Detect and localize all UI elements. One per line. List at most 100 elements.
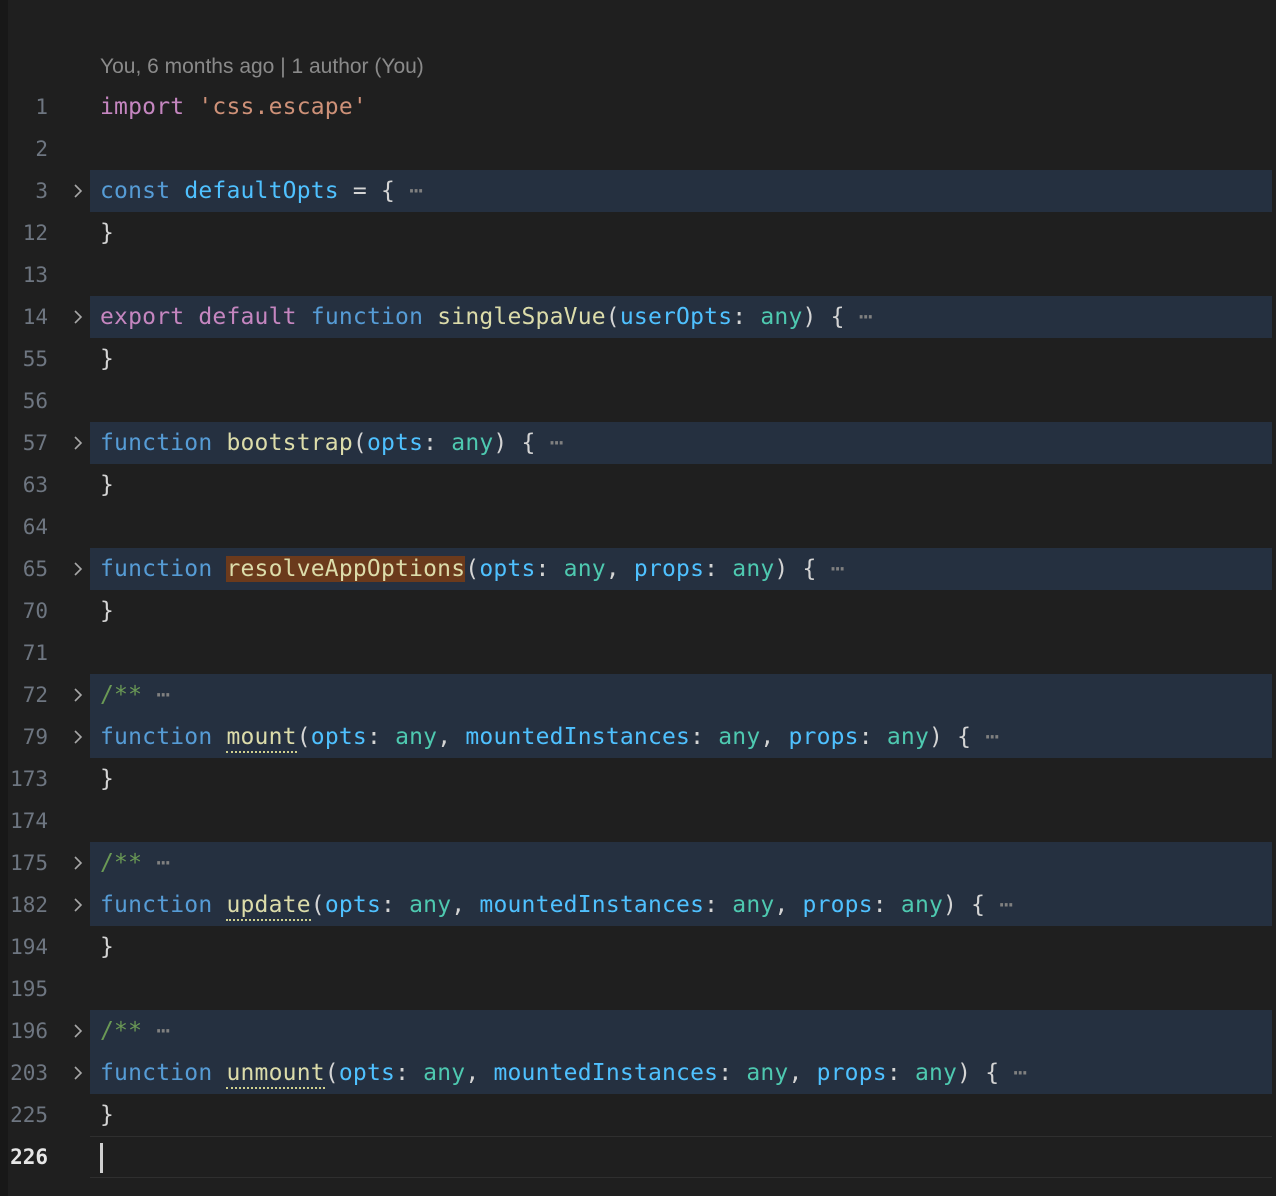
code-line-row[interactable]: 1 import 'css.escape': [0, 86, 1276, 128]
line-number[interactable]: 56: [0, 380, 48, 422]
code-text[interactable]: const defaultOpts = { ⋯: [100, 170, 423, 212]
code-line-row[interactable]: 12}: [0, 212, 1276, 254]
code-token: ) {: [802, 304, 859, 330]
code-text[interactable]: }: [100, 758, 114, 800]
code-text[interactable]: function bootstrap(opts: any) { ⋯: [100, 422, 564, 464]
code-text[interactable]: }: [100, 590, 114, 632]
code-line-row[interactable]: 13: [0, 254, 1276, 296]
chevron-right-icon[interactable]: [66, 1052, 90, 1094]
code-text[interactable]: function resolveAppOptions(opts: any, pr…: [100, 548, 845, 590]
chevron-right-icon[interactable]: [66, 548, 90, 590]
line-number[interactable]: 64: [0, 506, 48, 548]
line-number[interactable]: 225: [0, 1094, 48, 1136]
folded-region-highlight: [90, 842, 1272, 884]
line-number[interactable]: 71: [0, 632, 48, 674]
code-line-row[interactable]: 203 function unmount(opts: any, mountedIn…: [0, 1052, 1276, 1094]
line-background: [90, 1094, 1272, 1136]
line-number[interactable]: 65: [0, 548, 48, 590]
code-line-row[interactable]: 64: [0, 506, 1276, 548]
code-text[interactable]: /** ⋯: [100, 842, 170, 884]
code-line-row[interactable]: 195: [0, 968, 1276, 1010]
line-number[interactable]: 2: [0, 128, 48, 170]
chevron-right-icon[interactable]: [66, 170, 90, 212]
code-line-row[interactable]: 70}: [0, 590, 1276, 632]
line-number[interactable]: 174: [0, 800, 48, 842]
chevron-right-icon[interactable]: [66, 884, 90, 926]
line-number[interactable]: 194: [0, 926, 48, 968]
line-background: [90, 464, 1272, 506]
code-token: :: [872, 892, 901, 918]
code-line-row[interactable]: 194}: [0, 926, 1276, 968]
code-token: any: [451, 430, 494, 456]
code-line-row[interactable]: 225}: [0, 1094, 1276, 1136]
line-background: [90, 506, 1272, 548]
line-number[interactable]: 3: [0, 170, 48, 212]
line-number[interactable]: 57: [0, 422, 48, 464]
code-text[interactable]: function unmount(opts: any, mountedInsta…: [100, 1052, 1027, 1094]
code-text[interactable]: function mount(opts: any, mountedInstanc…: [100, 716, 999, 758]
line-background: [90, 926, 1272, 968]
code-line-row[interactable]: 182 function update(opts: any, mountedIns…: [0, 884, 1276, 926]
code-line-row[interactable]: 175 /** ⋯: [0, 842, 1276, 884]
line-number[interactable]: 12: [0, 212, 48, 254]
line-number[interactable]: 70: [0, 590, 48, 632]
code-line-row[interactable]: 72 /** ⋯: [0, 674, 1276, 716]
code-text[interactable]: }: [100, 464, 114, 506]
line-background: [90, 632, 1272, 674]
code-line-row[interactable]: 2: [0, 128, 1276, 170]
code-text[interactable]: export default function singleSpaVue(use…: [100, 296, 873, 338]
code-text[interactable]: /** ⋯: [100, 674, 170, 716]
code-text[interactable]: }: [100, 1094, 114, 1136]
chevron-right-icon[interactable]: [66, 1010, 90, 1052]
code-token: mountedInstances: [479, 892, 705, 918]
line-number[interactable]: 203: [0, 1052, 48, 1094]
code-token: }: [100, 766, 115, 792]
line-number[interactable]: 1: [0, 86, 48, 128]
code-line-row[interactable]: 57 function bootstrap(opts: any) { ⋯: [0, 422, 1276, 464]
chevron-right-icon[interactable]: [66, 716, 90, 758]
code-token: (: [296, 724, 311, 750]
line-number[interactable]: 55: [0, 338, 48, 380]
code-text[interactable]: /** ⋯: [100, 1010, 170, 1052]
line-number[interactable]: 226: [0, 1136, 48, 1178]
code-text[interactable]: import 'css.escape': [100, 86, 367, 128]
code-line-row[interactable]: 71: [0, 632, 1276, 674]
code-line-row[interactable]: 79 function mount(opts: any, mountedInsta…: [0, 716, 1276, 758]
code-token: /**: [100, 1018, 143, 1044]
line-number[interactable]: 72: [0, 674, 48, 716]
line-number[interactable]: 175: [0, 842, 48, 884]
code-line-row[interactable]: 14 export default function singleSpaVue(u…: [0, 296, 1276, 338]
line-number[interactable]: 182: [0, 884, 48, 926]
code-line-row[interactable]: 65 function resolveAppOptions(opts: any, …: [0, 548, 1276, 590]
code-token: bootstrap: [226, 430, 353, 456]
code-line-row[interactable]: 63}: [0, 464, 1276, 506]
code-text[interactable]: }: [100, 212, 114, 254]
code-line-row[interactable]: 226: [0, 1136, 1276, 1178]
folded-region-highlight: [90, 1010, 1272, 1052]
code-line-row[interactable]: 173}: [0, 758, 1276, 800]
line-number[interactable]: 14: [0, 296, 48, 338]
code-text[interactable]: }: [100, 926, 114, 968]
chevron-right-icon[interactable]: [66, 842, 90, 884]
code-text[interactable]: function update(opts: any, mountedInstan…: [100, 884, 1013, 926]
line-number[interactable]: 63: [0, 464, 48, 506]
code-editor[interactable]: You, 6 months ago | 1 author (You) 1 impo…: [0, 0, 1276, 1196]
line-number[interactable]: 196: [0, 1010, 48, 1052]
chevron-right-icon[interactable]: [66, 674, 90, 716]
code-line-row[interactable]: 3 const defaultOpts = { ⋯: [0, 170, 1276, 212]
code-line-row[interactable]: 174: [0, 800, 1276, 842]
git-blame-annotation[interactable]: You, 6 months ago | 1 author (You): [100, 44, 424, 86]
code-line-row[interactable]: 55}: [0, 338, 1276, 380]
line-number[interactable]: 173: [0, 758, 48, 800]
line-number[interactable]: 195: [0, 968, 48, 1010]
line-number[interactable]: 79: [0, 716, 48, 758]
code-token: /**: [100, 850, 143, 876]
code-text[interactable]: }: [100, 338, 114, 380]
chevron-right-icon[interactable]: [66, 422, 90, 464]
line-background: [90, 254, 1272, 296]
code-line-row[interactable]: 196 /** ⋯: [0, 1010, 1276, 1052]
code-line-row[interactable]: 56: [0, 380, 1276, 422]
line-number[interactable]: 13: [0, 254, 48, 296]
chevron-right-icon[interactable]: [66, 296, 90, 338]
